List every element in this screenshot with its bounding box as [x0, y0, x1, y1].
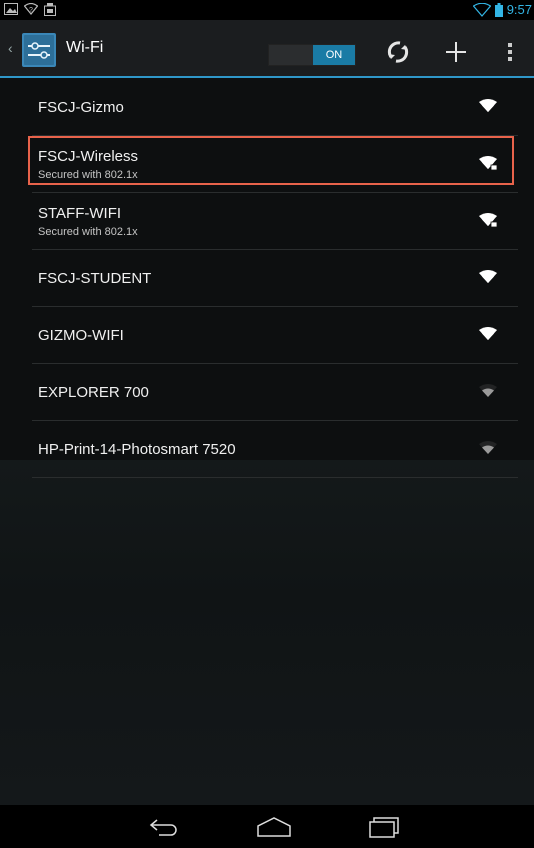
network-item[interactable]: HP-Print-14-Photosmart 7520 — [32, 421, 518, 478]
network-item[interactable]: STAFF-WIFI Secured with 802.1x — [32, 193, 518, 250]
network-item[interactable]: FSCJ-Gizmo — [32, 79, 518, 136]
wps-icon — [387, 41, 409, 63]
notification-icon — [44, 3, 56, 16]
wifi-toggle[interactable]: ON — [268, 44, 356, 66]
recent-apps-button[interactable] — [362, 813, 406, 841]
wifi-signal-icon — [479, 384, 497, 397]
home-button[interactable] — [252, 813, 296, 841]
network-name: STAFF-WIFI — [38, 205, 122, 222]
wps-button[interactable] — [380, 34, 416, 70]
toggle-on-label: ON — [313, 45, 355, 65]
clock: 9:57 — [506, 2, 532, 17]
background-band — [0, 460, 534, 805]
back-icon — [149, 819, 177, 836]
overflow-menu-button[interactable] — [492, 34, 528, 70]
network-list: FSCJ-Gizmo FSCJ-Wireless Secured with 802.… — [28, 79, 518, 478]
image-icon — [4, 3, 18, 15]
network-name: GIZMO-WIFI — [38, 327, 124, 344]
network-item[interactable]: GIZMO-WIFI — [32, 307, 518, 364]
wifi-signal-icon — [479, 327, 497, 340]
overflow-menu-icon — [508, 43, 512, 61]
network-name: FSCJ-Gizmo — [38, 99, 124, 116]
svg-text:?: ? — [29, 7, 33, 14]
navigation-bar — [0, 805, 534, 848]
network-name: HP-Print-14-Photosmart 7520 — [38, 441, 236, 458]
status-bar: ? 9:57 — [0, 0, 534, 20]
action-bar: ‹ Wi-Fi ON — [0, 20, 534, 78]
network-security-label: Secured with 802.1x — [38, 226, 138, 238]
settings-app-icon[interactable] — [22, 33, 56, 67]
wifi-signal-icon — [479, 99, 497, 112]
network-item[interactable]: FSCJ-Wireless Secured with 802.1x — [28, 136, 518, 193]
page-title: Wi-Fi — [66, 39, 104, 56]
selection-highlight — [28, 136, 514, 185]
wifi-signal-icon — [472, 2, 491, 17]
wifi-question-icon: ? — [24, 3, 38, 15]
wifi-lock-icon — [479, 213, 498, 228]
home-icon — [257, 817, 291, 837]
network-name: FSCJ-STUDENT — [38, 270, 152, 287]
network-name: EXPLORER 700 — [38, 384, 149, 401]
status-right-icons: 9:57 — [472, 2, 532, 17]
network-item[interactable]: FSCJ-STUDENT — [32, 250, 518, 307]
back-button[interactable] — [142, 813, 186, 841]
battery-icon — [494, 2, 503, 17]
recent-apps-icon — [369, 817, 399, 838]
wifi-signal-icon — [479, 270, 497, 283]
wifi-signal-icon — [479, 441, 497, 454]
add-network-button[interactable] — [438, 34, 474, 70]
network-item[interactable]: EXPLORER 700 — [32, 364, 518, 421]
up-caret-icon[interactable]: ‹ — [8, 40, 13, 56]
add-network-icon — [446, 42, 466, 62]
status-left-icons: ? — [4, 3, 56, 16]
